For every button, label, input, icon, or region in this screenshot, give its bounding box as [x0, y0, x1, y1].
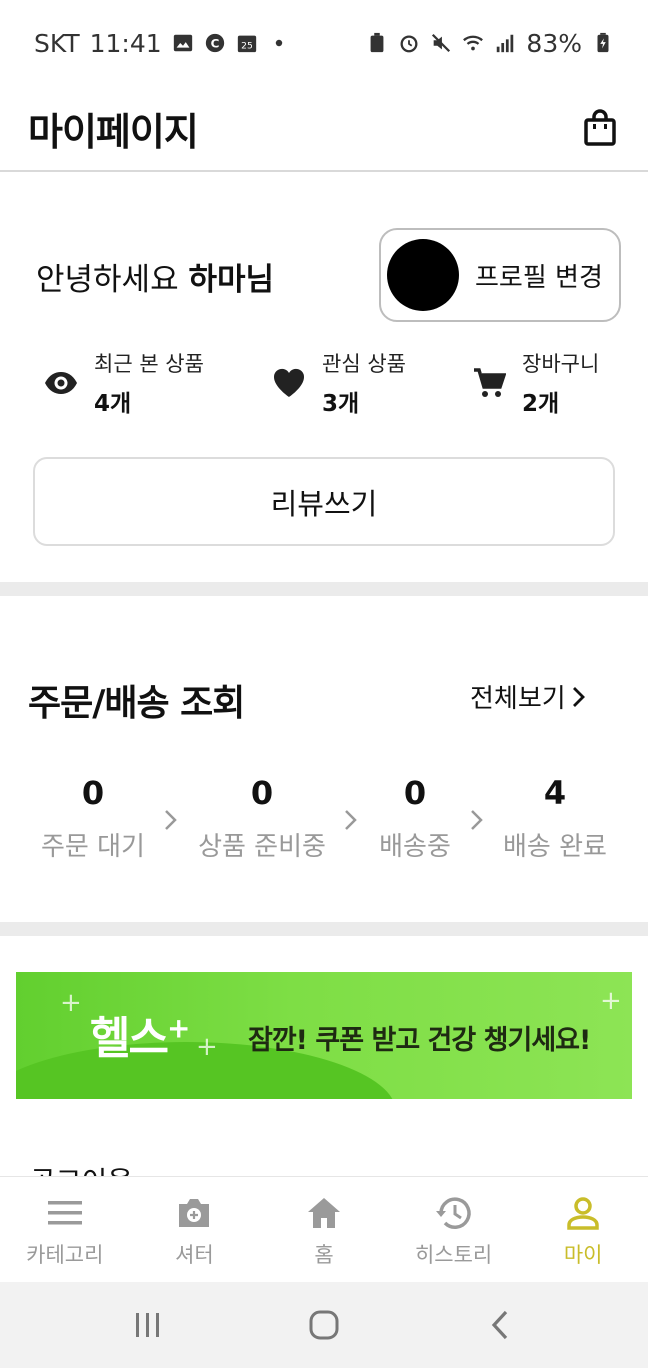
- shopping-bag-icon: [584, 109, 616, 146]
- view-all-label: 전체보기: [470, 684, 566, 714]
- carrier-text: SKT: [34, 28, 80, 58]
- camera-icon: [174, 1193, 214, 1233]
- recent-apps-icon: [136, 1313, 159, 1337]
- mute-icon: [430, 32, 452, 54]
- home-circle-icon: [309, 1310, 339, 1340]
- alarm-icon: [398, 32, 420, 54]
- nav-item-home[interactable]: 홈: [259, 1177, 389, 1282]
- nav-label: 카테고리: [26, 1243, 104, 1267]
- c-badge-icon: C: [204, 32, 226, 54]
- chevron-right-icon: [165, 810, 177, 830]
- nav-label: 마이: [563, 1243, 603, 1267]
- order-count: 0: [403, 774, 427, 812]
- order-step-pending[interactable]: 0 주문 대기: [40, 774, 146, 863]
- section-divider: [0, 922, 648, 936]
- stat-recently-viewed[interactable]: 최근 본 상품 4개: [44, 348, 204, 418]
- order-section-title: 주문/배송 조회: [28, 683, 245, 724]
- sparkle-icon: +: [196, 1032, 218, 1062]
- status-right: 83%: [366, 29, 614, 58]
- back-icon: [491, 1310, 508, 1340]
- cart-icon: [472, 366, 506, 400]
- dot-icon: [268, 32, 290, 54]
- banner-logo: 헬스+: [90, 1002, 191, 1066]
- order-count: 4: [543, 774, 567, 812]
- page-title: 마이페이지: [28, 109, 199, 154]
- nav-item-shutter[interactable]: 셔터: [130, 1177, 260, 1282]
- signal-icon: [494, 32, 516, 54]
- stat-label: 장바구니: [522, 352, 600, 376]
- health-coupon-banner[interactable]: + + + 헬스+ 잠깐! 쿠폰 받고 건강 챙기세요!: [16, 972, 632, 1099]
- system-navigation-bar: [0, 1282, 648, 1368]
- menu-icon: [45, 1193, 85, 1233]
- bottom-navigation: 카테고리 셔터 홈 히스토리 마이: [0, 1176, 648, 1282]
- battery-percent: 83%: [526, 28, 582, 58]
- stat-label: 최근 본 상품: [94, 352, 204, 376]
- person-icon: [563, 1193, 603, 1233]
- view-all-link[interactable]: 전체보기: [470, 678, 586, 715]
- order-section: 주문/배송 조회 전체보기 0 주문 대기 0 상품 준비중 0 배송중 4 배…: [0, 596, 648, 922]
- stat-value: 2개: [522, 391, 560, 417]
- order-step-preparing[interactable]: 0 상품 준비중: [196, 774, 328, 863]
- stat-wishlist[interactable]: 관심 상품 3개: [272, 348, 406, 418]
- edit-profile-label: 프로필 변경: [475, 262, 603, 293]
- order-step-delivered[interactable]: 4 배송 완료: [500, 774, 610, 863]
- order-label: 주문 대기: [41, 832, 145, 862]
- chevron-right-icon: [345, 810, 357, 830]
- write-review-button[interactable]: 리뷰쓰기: [33, 457, 615, 546]
- battery-saver-icon: [366, 32, 388, 54]
- banner-logo-plus: +: [166, 1011, 191, 1045]
- greeting-prefix: 안녕하세요: [36, 262, 179, 298]
- stat-value: 4개: [94, 391, 132, 417]
- banner-logo-text: 헬스: [90, 1013, 169, 1064]
- nav-item-my[interactable]: 마이: [518, 1177, 648, 1282]
- recent-apps-button[interactable]: [118, 1300, 178, 1350]
- section-divider: [0, 582, 648, 596]
- nav-label: 홈: [314, 1243, 334, 1267]
- order-count: 0: [81, 774, 105, 812]
- avatar: [387, 239, 459, 311]
- stat-cart[interactable]: 장바구니 2개: [472, 348, 599, 418]
- nav-item-category[interactable]: 카테고리: [0, 1177, 130, 1282]
- edit-profile-button[interactable]: 프로필 변경: [379, 228, 621, 322]
- gallery-icon: [172, 32, 194, 54]
- user-name: 하마님: [188, 262, 275, 298]
- nav-item-history[interactable]: 히스토리: [389, 1177, 519, 1282]
- wifi-icon: [462, 32, 484, 54]
- calendar-icon: 25: [236, 32, 258, 54]
- heart-icon: [272, 366, 306, 400]
- order-count: 0: [250, 774, 274, 812]
- stat-value: 3개: [322, 391, 360, 417]
- battery-icon: [592, 32, 614, 54]
- home-icon: [304, 1193, 344, 1233]
- order-label: 배송중: [379, 832, 451, 862]
- back-button[interactable]: [470, 1300, 530, 1350]
- sparkle-icon: +: [60, 988, 82, 1018]
- clock-text: 11:41: [89, 28, 162, 58]
- status-bar: SKT 11:41 C 25 83%: [0, 0, 648, 86]
- history-icon: [434, 1193, 474, 1233]
- home-system-button[interactable]: [294, 1300, 354, 1350]
- stats-row: 최근 본 상품 4개 관심 상품 3개 장바구니 2개: [0, 348, 648, 418]
- eye-icon: [44, 366, 78, 400]
- order-step-shipping[interactable]: 0 배송중: [376, 774, 454, 863]
- banner-message: 잠깐! 쿠폰 받고 건강 챙기세요!: [248, 1025, 591, 1056]
- stat-label: 관심 상품: [322, 352, 406, 376]
- greeting: 안녕하세요 하마님: [36, 254, 274, 299]
- nav-label: 히스토리: [414, 1243, 493, 1267]
- order-label: 배송 완료: [503, 832, 607, 862]
- chevron-right-icon: [572, 686, 585, 707]
- nav-label: 셔터: [175, 1243, 214, 1267]
- shopping-bag-button[interactable]: [580, 108, 620, 148]
- order-label: 상품 준비중: [198, 832, 326, 862]
- app-header: 마이페이지: [0, 86, 648, 172]
- svg-text:C: C: [210, 37, 219, 51]
- sparkle-icon: +: [600, 986, 622, 1016]
- profile-section: 안녕하세요 하마님 프로필 변경 최근 본 상품 4개 관심 상품 3개 장바구…: [0, 174, 648, 582]
- svg-text:25: 25: [241, 41, 253, 52]
- status-left: SKT 11:41 C 25: [34, 29, 290, 58]
- chevron-right-icon: [471, 810, 483, 830]
